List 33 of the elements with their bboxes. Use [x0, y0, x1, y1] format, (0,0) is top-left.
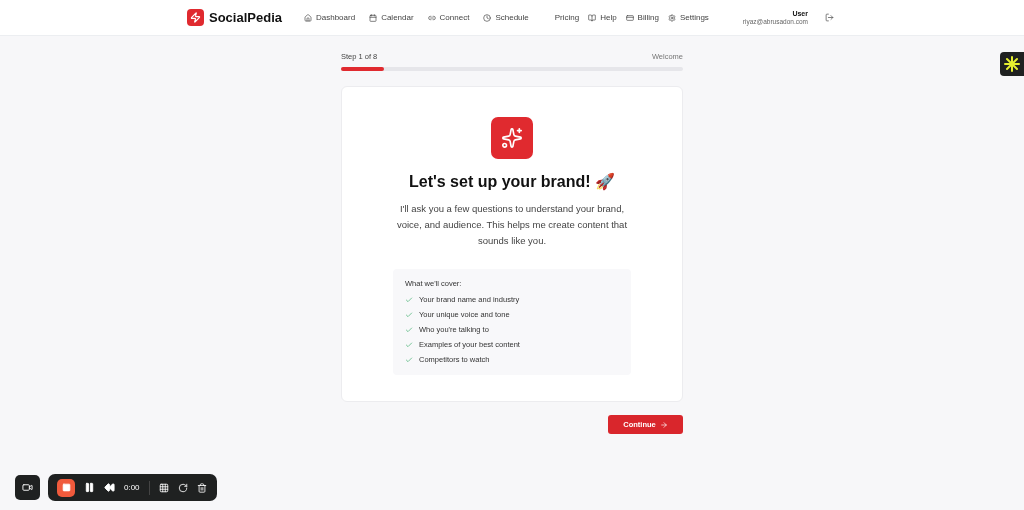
restart-icon[interactable] [177, 482, 188, 493]
home-icon [304, 13, 312, 22]
trash-icon[interactable] [196, 482, 207, 493]
asterisk-icon[interactable] [1000, 52, 1024, 76]
pause-icon[interactable] [84, 482, 95, 493]
nav-link[interactable]: Billing [625, 13, 659, 22]
grid-icon[interactable] [158, 482, 169, 493]
stop-icon [61, 483, 71, 492]
nav-link[interactable]: Connect [427, 13, 470, 22]
arrow-icon [659, 420, 668, 429]
camera-button[interactable] [15, 475, 40, 500]
nav-link[interactable]: Dashboard [304, 13, 356, 22]
recording-time: 0:00 [124, 483, 140, 492]
card-title: Let's set up your brand! 🚀 [408, 172, 615, 191]
nav-link[interactable]: Schedule [483, 13, 529, 22]
logout-icon[interactable] [825, 13, 834, 22]
link-icon [427, 13, 436, 22]
calendar-icon [369, 13, 378, 22]
nav-link[interactable]: Settings [667, 13, 709, 22]
rewind-icon[interactable] [104, 482, 115, 493]
settings-icon [667, 13, 676, 22]
intro-text: I'll ask you a few questions to understand your brand, voice, and audience. This helps me create content that sounds like you. [395, 202, 629, 248]
clock-icon [483, 13, 492, 22]
nav-link[interactable]: Pricing [554, 13, 580, 22]
logo-icon [187, 9, 204, 26]
card-icon [625, 13, 634, 22]
book-icon [588, 13, 597, 22]
nav-link[interactable]: Calendar [369, 13, 414, 22]
stop-button[interactable] [57, 478, 75, 497]
camera-icon [22, 482, 33, 493]
nav-link[interactable]: Help [588, 13, 617, 22]
brand-name: SocialPedia [209, 10, 282, 25]
sparkles-icon [491, 117, 533, 159]
